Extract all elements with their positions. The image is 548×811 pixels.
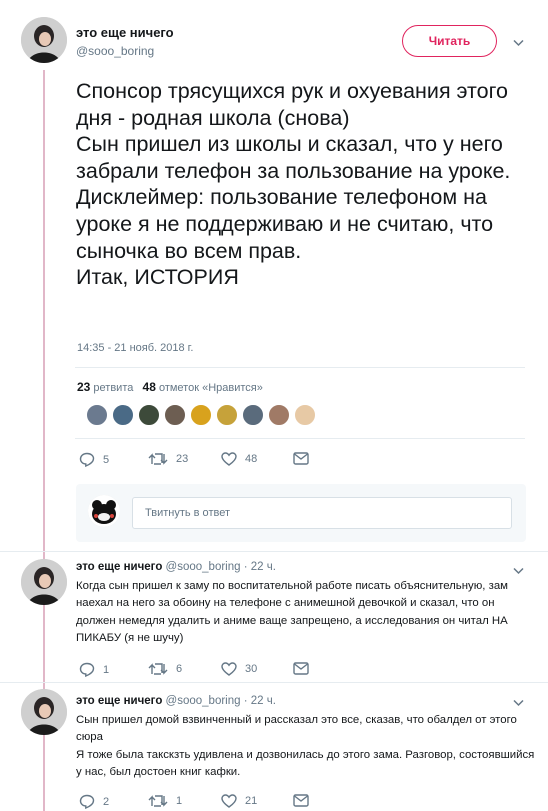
author-handle[interactable]: @sooo_boring xyxy=(76,44,154,58)
divider xyxy=(0,682,548,683)
liker-avatar[interactable] xyxy=(190,404,212,426)
retweet-icon xyxy=(148,795,168,807)
author-name[interactable]: это еще ничего xyxy=(76,25,174,40)
like-icon xyxy=(221,662,237,676)
chevron-down-icon[interactable] xyxy=(513,38,524,50)
reply-author-name[interactable]: это еще ничего xyxy=(76,695,162,707)
reply-header: это еще ничего @sooo_boring · 22 ч. xyxy=(76,695,276,707)
reply-text: Когда сын пришел к заму по воспитательно… xyxy=(76,580,508,644)
reply-action[interactable]: 1 xyxy=(79,662,109,677)
liker-avatar[interactable] xyxy=(112,404,134,426)
like-action[interactable]: 48 xyxy=(221,452,257,466)
retweets-label[interactable]: ретвита xyxy=(93,382,133,394)
reply-count: 2 xyxy=(103,795,110,808)
tweet-text: Спонсор трясущихся рук и охуевания этого… xyxy=(76,79,511,290)
like-count: 30 xyxy=(245,663,258,675)
retweet-action[interactable]: 6 xyxy=(148,662,182,676)
liker-avatar[interactable] xyxy=(138,404,160,426)
chevron-down-icon[interactable] xyxy=(513,566,524,578)
divider xyxy=(75,367,525,368)
avatar[interactable] xyxy=(21,559,67,605)
tweet-stats: 23 ретвита 48 отметок «Нравится» xyxy=(77,380,263,394)
liker-avatar[interactable] xyxy=(216,404,238,426)
likes-count[interactable]: 48 xyxy=(143,380,156,394)
retweet-count: 6 xyxy=(176,663,183,675)
dm-icon xyxy=(293,794,309,807)
like-count: 48 xyxy=(245,453,258,465)
dm-icon xyxy=(293,662,309,675)
tweet-timestamp[interactable]: 14:35 - 21 нояб. 2018 г. xyxy=(77,342,193,354)
retweet-icon xyxy=(148,663,168,675)
retweet-icon xyxy=(148,453,168,465)
liker-avatar[interactable] xyxy=(242,404,264,426)
reply-text: Сын пришел домой взвинченный и рассказал… xyxy=(76,714,535,778)
dm-action[interactable] xyxy=(293,794,309,807)
follow-button[interactable]: Читать xyxy=(402,25,497,57)
reply-author-handle[interactable]: @sooo_boring xyxy=(166,561,241,573)
likers-avatars[interactable] xyxy=(86,404,316,426)
reply-input[interactable]: Твитнуть в ответ xyxy=(132,497,512,529)
like-action[interactable]: 21 xyxy=(221,794,257,808)
divider xyxy=(75,438,525,439)
like-icon xyxy=(221,794,237,808)
like-count: 21 xyxy=(245,795,258,807)
reply-count: 1 xyxy=(103,663,110,676)
liker-avatar[interactable] xyxy=(164,404,186,426)
dm-action[interactable] xyxy=(293,452,309,465)
reply-icon xyxy=(79,662,95,677)
reply-author-handle[interactable]: @sooo_boring xyxy=(166,695,241,707)
dm-action[interactable] xyxy=(293,662,309,675)
liker-avatar[interactable] xyxy=(268,404,290,426)
avatar[interactable] xyxy=(21,689,67,735)
retweet-action[interactable]: 23 xyxy=(148,452,188,466)
reply-time[interactable]: 22 ч. xyxy=(251,695,276,707)
retweet-action[interactable]: 1 xyxy=(148,794,182,808)
reply-icon xyxy=(79,452,95,467)
like-action[interactable]: 30 xyxy=(221,662,257,676)
divider xyxy=(0,551,548,552)
liker-avatar[interactable] xyxy=(86,404,108,426)
retweet-count: 23 xyxy=(176,453,189,465)
liker-avatar[interactable] xyxy=(294,404,316,426)
reply-icon xyxy=(79,794,95,809)
chevron-down-icon[interactable] xyxy=(513,698,524,710)
reply-action[interactable]: 5 xyxy=(79,452,109,467)
reply-action[interactable]: 2 xyxy=(79,794,109,809)
my-avatar[interactable] xyxy=(88,495,120,527)
retweet-count: 1 xyxy=(176,795,183,807)
reply-author-name[interactable]: это еще ничего xyxy=(76,561,162,573)
reply-header: это еще ничего @sooo_boring · 22 ч. xyxy=(76,561,276,573)
avatar[interactable] xyxy=(21,17,67,63)
reply-time[interactable]: 22 ч. xyxy=(251,561,276,573)
reply-count: 5 xyxy=(103,453,110,466)
likes-label[interactable]: отметок «Нравится» xyxy=(159,382,263,394)
dm-icon xyxy=(293,452,309,465)
like-icon xyxy=(221,452,237,466)
retweets-count[interactable]: 23 xyxy=(77,380,90,394)
